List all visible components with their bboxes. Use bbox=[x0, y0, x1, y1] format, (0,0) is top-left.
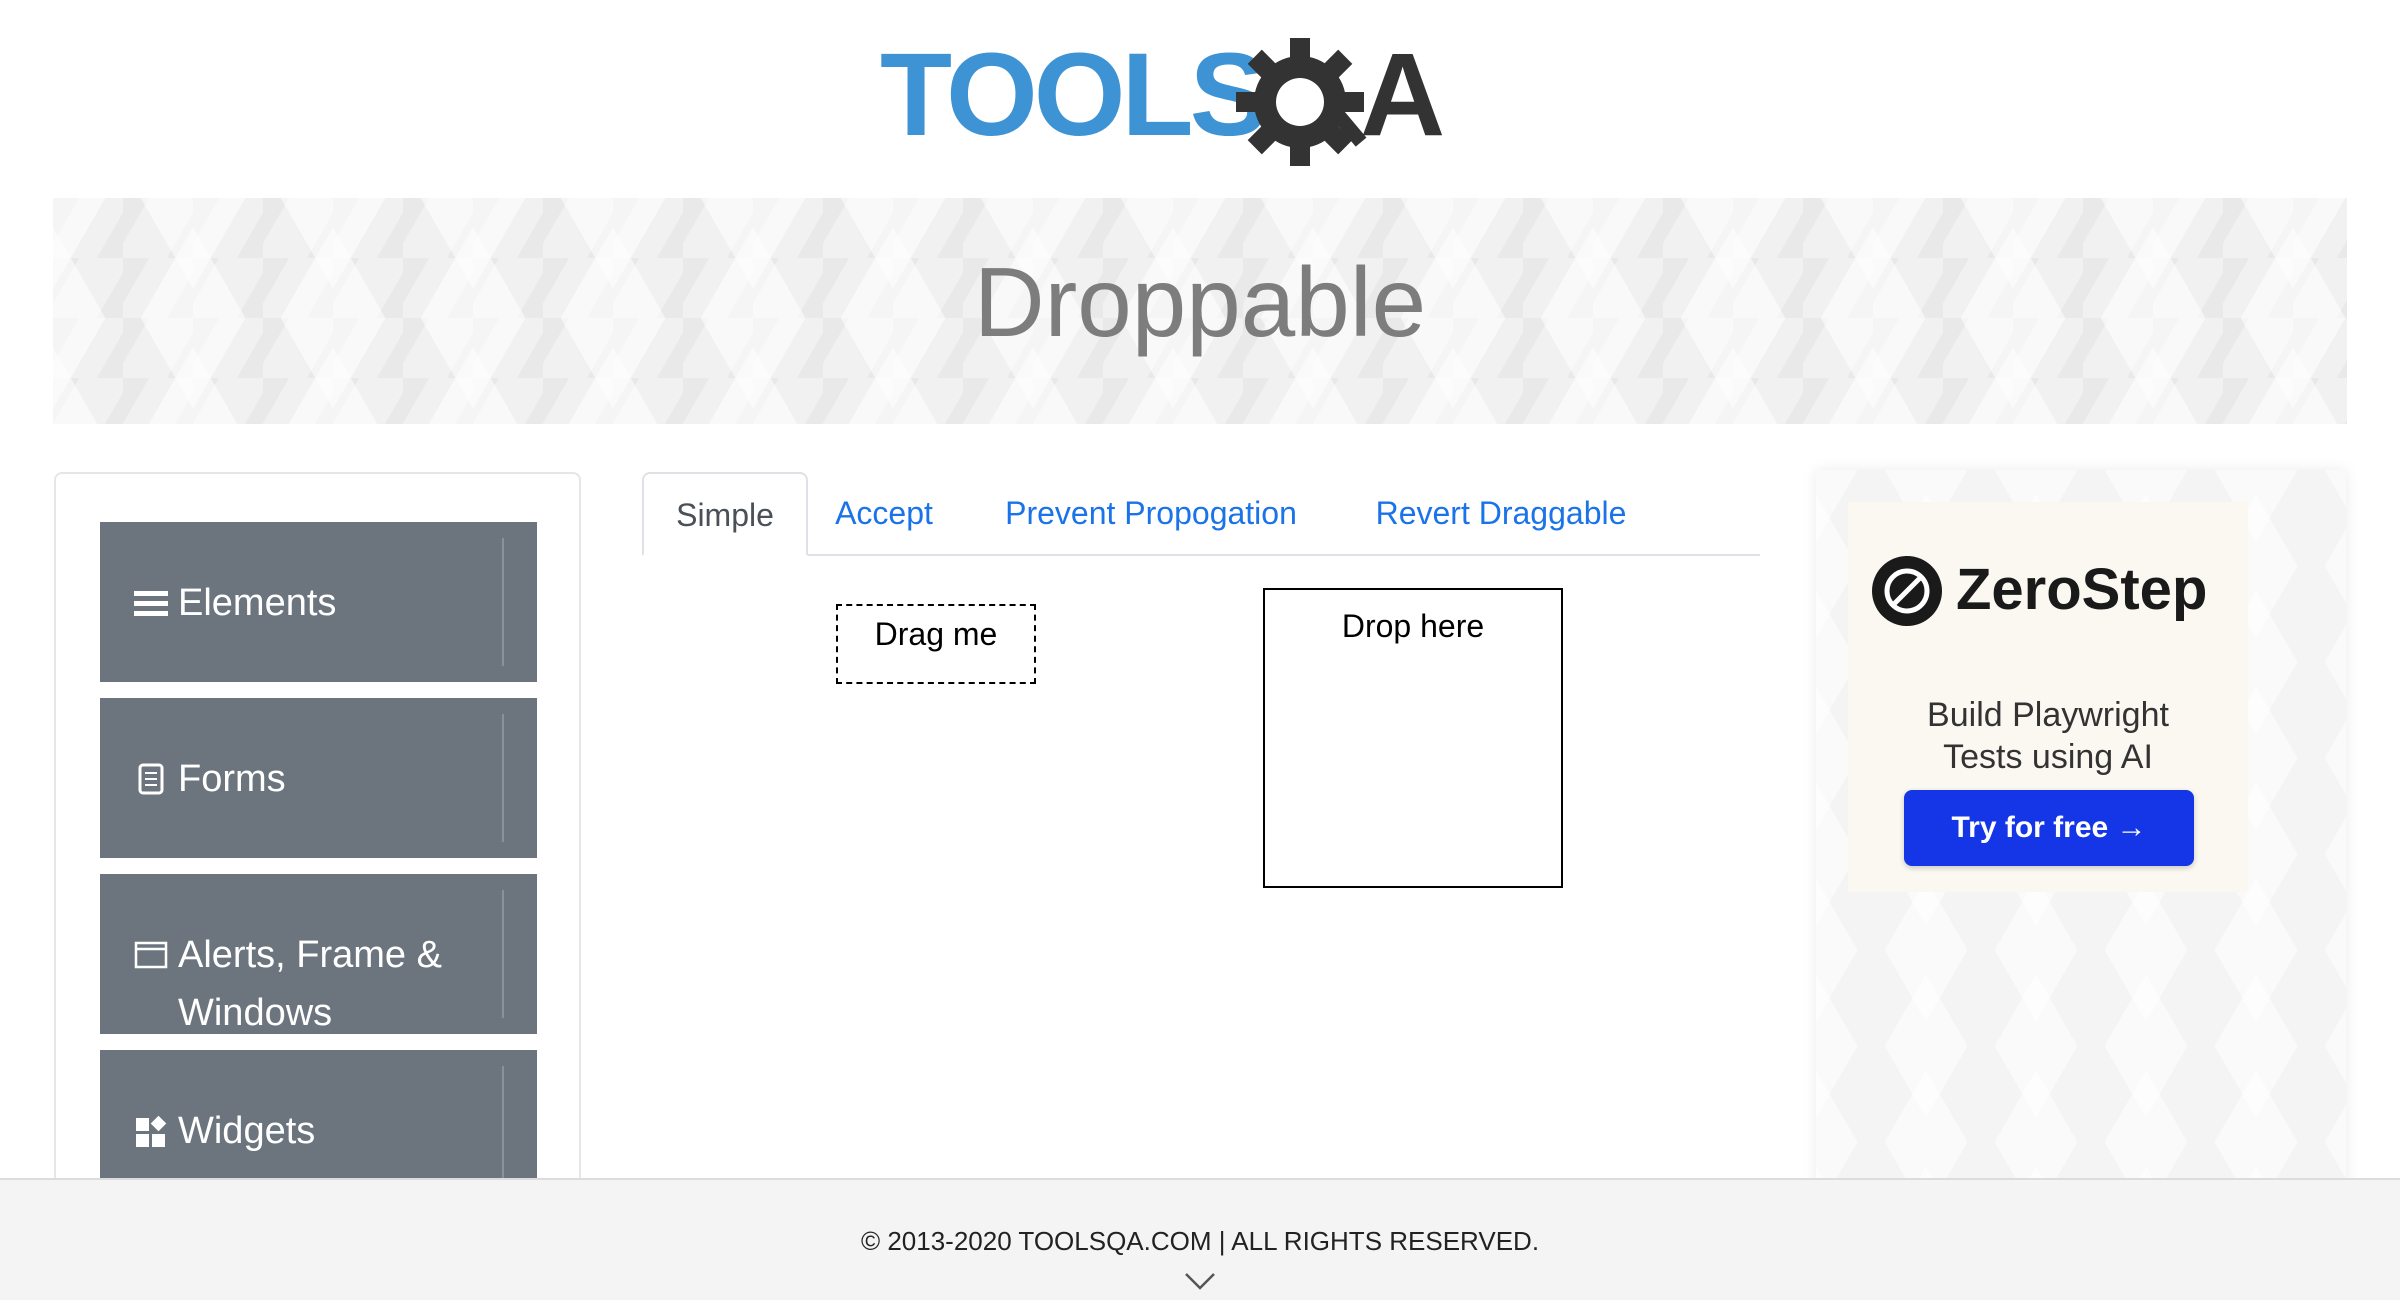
ad-card[interactable]: ZeroStep Build Playwright Tests using AI… bbox=[1848, 502, 2248, 892]
hamburger-icon bbox=[134, 586, 168, 620]
ad-tagline-line: Build Playwright bbox=[1927, 696, 2169, 734]
window-icon bbox=[134, 938, 168, 972]
droppable-tabs: Simple Accept Prevent Propogation Revert… bbox=[642, 472, 1760, 556]
droppable-box[interactable]: Drop here bbox=[1263, 588, 1563, 888]
toolsqa-logo[interactable]: TOOLS A bbox=[880, 29, 1520, 180]
ad-brand: ZeroStep bbox=[1956, 557, 2208, 622]
chevron-down-icon[interactable] bbox=[1184, 1272, 1216, 1290]
divider bbox=[502, 538, 504, 666]
sidebar-group-elements[interactable]: Elements bbox=[100, 522, 569, 682]
sidebar-group-forms[interactable]: Forms bbox=[100, 698, 569, 858]
drop-label: Drop here bbox=[1341, 608, 1485, 644]
form-icon bbox=[134, 762, 168, 796]
svg-text:A: A bbox=[1360, 30, 1445, 161]
tab-simple[interactable]: Simple bbox=[642, 472, 808, 556]
sidebar-group-label: Forms bbox=[178, 758, 286, 800]
download-arrow-icon[interactable] bbox=[536, 936, 572, 976]
widgets-icon bbox=[134, 1114, 168, 1148]
divider bbox=[502, 1066, 504, 1194]
tab-revert-draggable[interactable]: Revert Draggable bbox=[1370, 472, 1632, 554]
ad-tagline: Build Playwright Tests using AI bbox=[1848, 694, 2248, 778]
sidebar-group-label: Windows bbox=[178, 992, 333, 1034]
draggable-box[interactable]: Drag me bbox=[836, 604, 1036, 684]
divider bbox=[502, 890, 504, 1018]
footer: © 2013-2020 TOOLSQA.COM | ALL RIGHTS RES… bbox=[0, 1178, 2400, 1300]
ad-panel: ZeroStep Build Playwright Tests using AI… bbox=[1816, 470, 2346, 1210]
sidebar-group-label: Alerts, Frame & bbox=[178, 934, 442, 976]
logo-tools-text: TOOLS bbox=[880, 30, 1265, 161]
divider bbox=[502, 714, 504, 842]
tab-prevent-propogation[interactable]: Prevent Propogation bbox=[998, 472, 1304, 554]
download-arrow-icon[interactable] bbox=[536, 584, 572, 624]
download-arrow-icon[interactable] bbox=[536, 1112, 572, 1152]
try-for-free-button[interactable]: Try for free → bbox=[1904, 790, 2194, 866]
footer-copyright: © 2013-2020 TOOLSQA.COM | ALL RIGHTS RES… bbox=[860, 1226, 1540, 1256]
tab-accept[interactable]: Accept bbox=[824, 472, 944, 554]
sidebar-group-alerts-frame-windows[interactable]: Alerts, Frame & Windows bbox=[100, 874, 569, 1034]
sidebar-group-label: Elements bbox=[178, 582, 337, 624]
gear-icon bbox=[1236, 38, 1367, 166]
sidebar-group-label: Widgets bbox=[178, 1110, 316, 1152]
page-banner: Droppable bbox=[53, 198, 2347, 424]
download-arrow-icon[interactable] bbox=[536, 760, 572, 800]
left-sidebar: Elements Forms Alerts, Frame & Windows W bbox=[54, 472, 581, 1212]
ad-tagline-line: Tests using AI bbox=[1943, 738, 2153, 776]
zerostep-logo-icon bbox=[1870, 554, 1944, 628]
page-title: Droppable bbox=[973, 247, 1427, 357]
